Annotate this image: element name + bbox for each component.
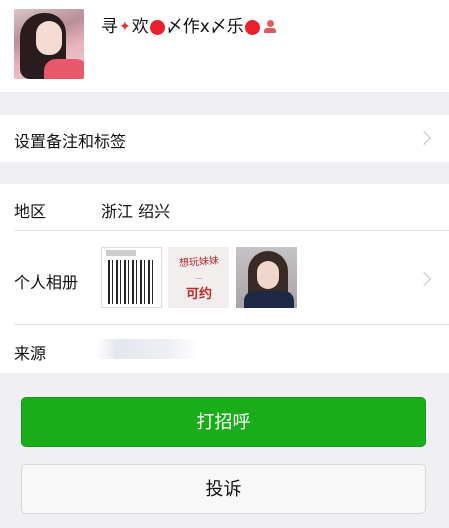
report-button[interactable]: 投诉 [21,464,426,514]
greet-button[interactable]: 打招呼 [21,397,426,447]
remark-row[interactable]: 设置备注和标签 [0,115,449,162]
remark-label: 设置备注和标签 [14,132,127,151]
album-label: 个人相册 [14,273,79,292]
chevron-right-icon [416,271,432,287]
album-photo-note[interactable]: 想玩妹妹 ... 可约 [168,247,229,308]
chevron-right-icon [416,130,432,146]
nickname-part-2: 欢 [131,17,149,37]
qr-header [106,250,136,256]
red-dot-icon [244,19,260,35]
region-row: 地区 浙江 绍兴 [0,184,449,231]
note-text-3: 可约 [185,287,212,302]
nickname-part-3: 〆作x〆乐 [165,17,244,37]
source-value-blurred [96,339,200,359]
sparkle-icon: ✦ [119,19,131,35]
red-dot-icon [149,19,165,35]
nickname-part-1: 寻 [101,17,118,37]
profile-header: 寻 ✦ 欢 〆作x〆乐 [0,0,449,92]
avatar-shoulder [44,59,84,79]
region-value: 浙江 绍兴 [101,202,171,221]
portrait-body [244,291,294,308]
source-label: 来源 [14,344,47,363]
region-label: 地区 [14,202,47,221]
qr-code [108,260,155,304]
user-badge-icon [263,20,276,34]
avatar[interactable] [14,9,84,79]
source-row: 来源 [0,325,449,373]
avatar-face [36,21,62,55]
portrait-face [257,261,279,289]
album-photo-qr[interactable] [101,247,162,308]
nickname: 寻 ✦ 欢 〆作x〆乐 [101,14,276,40]
note-text-1: 想玩妹妹 [178,255,220,270]
album-photo-portrait[interactable] [236,247,297,308]
note-text-2: ... [195,273,203,281]
